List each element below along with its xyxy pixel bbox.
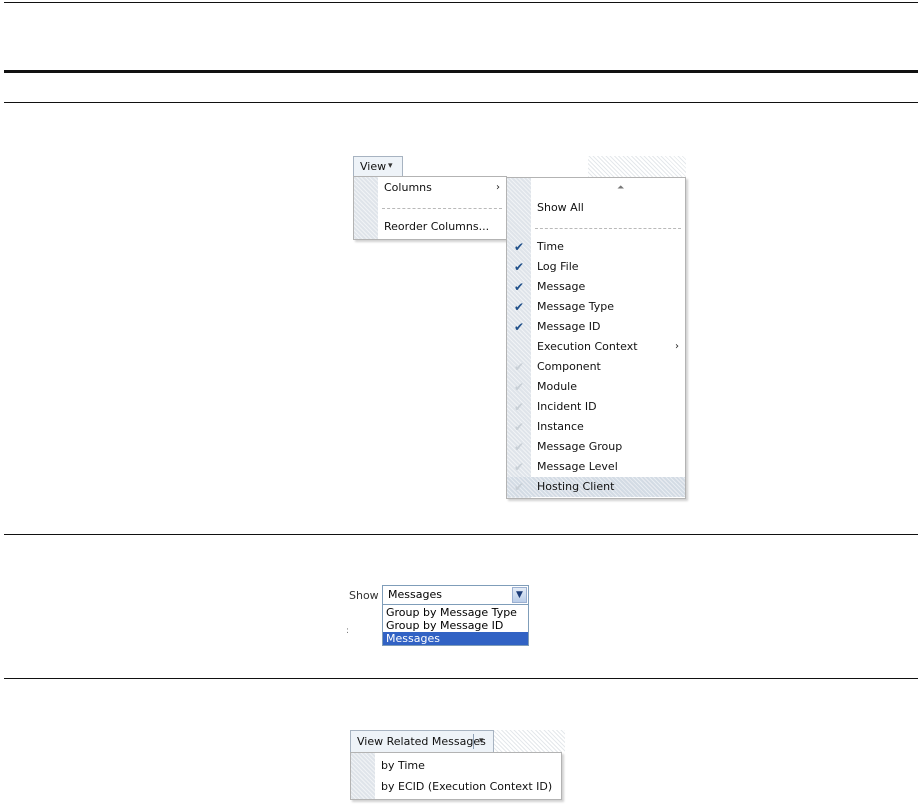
checkmark-icon: ✔: [513, 320, 525, 334]
column-item-message-id[interactable]: ✔ Message ID: [507, 317, 685, 337]
show-select[interactable]: Messages ▼: [382, 585, 529, 605]
show-select-value: Messages: [388, 588, 442, 601]
menu-item-reorder-columns[interactable]: Reorder Columns...: [354, 217, 506, 237]
column-item-label: Message ID: [537, 320, 601, 333]
menu-item-label: Columns: [384, 181, 432, 194]
column-item-time[interactable]: ✔ Time: [507, 237, 685, 257]
show-label: Show: [349, 589, 379, 602]
checkmark-icon: ✔: [513, 460, 525, 474]
menu-item-label: by ECID (Execution Context ID): [381, 780, 553, 793]
column-item-execution-context[interactable]: Execution Context ›: [507, 337, 685, 357]
column-item-label: Component: [537, 360, 601, 373]
chevron-right-icon: ›: [496, 182, 500, 193]
table-header-background: [588, 156, 686, 177]
menu-item-label: Reorder Columns...: [384, 220, 490, 233]
column-item-label: Log File: [537, 260, 579, 273]
column-item-message[interactable]: ✔ Message: [507, 277, 685, 297]
column-item-label: Message Type: [537, 300, 614, 313]
column-item-label: Message Group: [537, 440, 623, 453]
column-item-component[interactable]: ✔ Component: [507, 357, 685, 377]
checkmark-icon: ✔: [513, 240, 525, 254]
column-item-label: Incident ID: [537, 400, 597, 413]
column-item-message-type[interactable]: ✔ Message Type: [507, 297, 685, 317]
column-item-module[interactable]: ✔ Module: [507, 377, 685, 397]
triangle-up-icon: ⏶: [617, 183, 625, 193]
menu-item-by-time[interactable]: by Time: [351, 756, 561, 776]
column-item-label: Instance: [537, 420, 584, 433]
checkmark-icon: ✔: [513, 280, 525, 294]
chevron-down-icon[interactable]: ▼: [512, 587, 527, 603]
column-item-label: Time: [537, 240, 564, 253]
option-messages[interactable]: Messages: [383, 632, 528, 645]
show-select-dropdown: Group by Message Type Group by Message I…: [382, 604, 529, 646]
column-item-instance[interactable]: ✔ Instance: [507, 417, 685, 437]
header-rule: [4, 70, 918, 73]
chevron-down-icon: ▾: [388, 161, 393, 171]
view-menu-button[interactable]: View ▾: [353, 156, 403, 177]
menu-item-by-ecid[interactable]: by ECID (Execution Context ID): [351, 777, 561, 797]
checkmark-icon: ✔: [513, 300, 525, 314]
menu-item-columns[interactable]: Columns ›: [354, 178, 506, 198]
column-item-incident-id[interactable]: ✔ Incident ID: [507, 397, 685, 417]
decorative-mark: :: [346, 626, 350, 636]
checkmark-icon: ✔: [513, 380, 525, 394]
column-item-message-level[interactable]: ✔ Message Level: [507, 457, 685, 477]
column-item-hosting-client[interactable]: ✔ Hosting Client: [507, 477, 685, 497]
menu-item-label: Show All: [537, 201, 584, 214]
column-item-label: Execution Context: [537, 340, 638, 353]
column-item-label: Hosting Client: [537, 480, 615, 493]
scroll-up-button[interactable]: ⏶: [507, 180, 685, 196]
column-item-label: Message: [537, 280, 586, 293]
column-item-message-group[interactable]: ✔ Message Group: [507, 437, 685, 457]
columns-submenu: ⏶ Show All ✔ Time ✔ Log File ✔ Message ✔…: [506, 177, 686, 499]
section-rule-1: [4, 102, 918, 103]
menu-separator: [535, 228, 681, 229]
checkmark-icon: ✔: [513, 400, 525, 414]
column-item-log-file[interactable]: ✔ Log File: [507, 257, 685, 277]
menu-separator: [382, 208, 502, 209]
view-menu: Columns › Reorder Columns...: [353, 176, 507, 240]
view-related-messages-label: View Related Messages: [357, 735, 486, 748]
column-item-label: Message Level: [537, 460, 618, 473]
menu-item-label: by Time: [381, 759, 425, 772]
view-menu-label: View: [360, 160, 387, 173]
checkmark-icon: ✔: [513, 360, 525, 374]
toolbar-background: [493, 730, 565, 752]
checkmark-icon: ✔: [513, 420, 525, 434]
view-related-messages-button[interactable]: View Related Messages ▾: [350, 730, 494, 753]
button-divider: [473, 734, 474, 749]
option-group-by-message-id[interactable]: Group by Message ID: [383, 619, 528, 632]
related-messages-menu: by Time by ECID (Execution Context ID): [350, 752, 562, 800]
checkmark-icon: ✔: [513, 260, 525, 274]
option-group-by-message-type[interactable]: Group by Message Type: [383, 606, 528, 619]
section-rule-3: [4, 678, 918, 679]
column-item-label: Module: [537, 380, 577, 393]
checkmark-icon: ✔: [513, 480, 525, 494]
chevron-right-icon: ›: [675, 341, 679, 352]
checkmark-icon: ✔: [513, 440, 525, 454]
menu-item-show-all[interactable]: Show All: [507, 198, 685, 218]
top-rule: [4, 2, 918, 3]
chevron-down-icon[interactable]: ▾: [479, 731, 484, 752]
section-rule-2: [4, 534, 918, 535]
